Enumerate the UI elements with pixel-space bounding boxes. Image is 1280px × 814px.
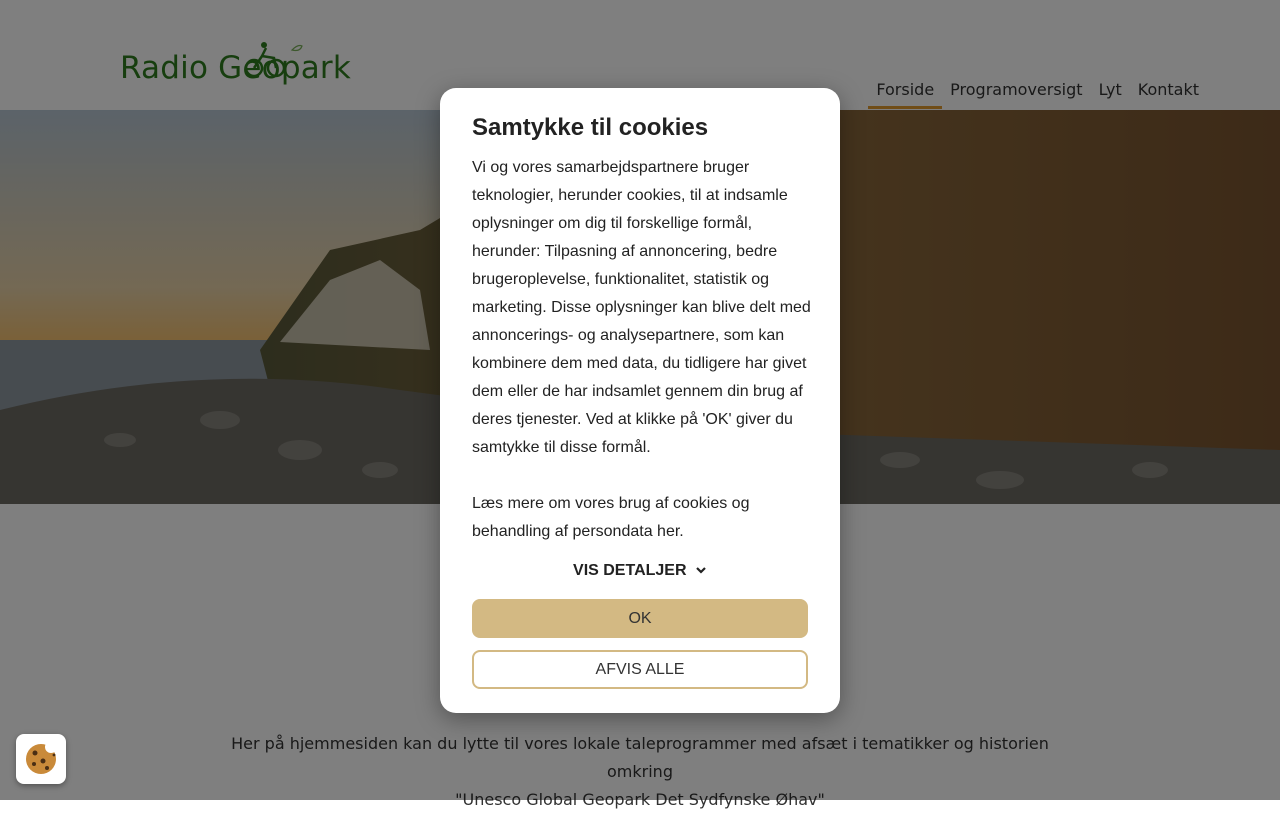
cookie-settings-button[interactable] xyxy=(16,734,66,784)
reject-all-button[interactable]: AFVIS ALLE xyxy=(472,650,808,689)
ok-button[interactable]: OK xyxy=(472,599,808,638)
cookie-consent-dialog: Samtykke til cookies Vi og vores samarbe… xyxy=(440,88,840,713)
show-details-label: VIS DETALJER xyxy=(573,562,687,579)
chevron-down-icon xyxy=(696,567,706,574)
consent-paragraph: Vi og vores samarbejdspartnere bruger te… xyxy=(472,159,811,456)
privacy-link[interactable]: Læs mere om vores brug af cookies og beh… xyxy=(472,490,812,546)
dialog-title: Samtykke til cookies xyxy=(472,114,709,141)
cookie-icon xyxy=(26,741,57,774)
show-details-toggle[interactable]: VIS DETALJER xyxy=(440,562,840,580)
dialog-body: Vi og vores samarbejdspartnere bruger te… xyxy=(472,154,812,546)
